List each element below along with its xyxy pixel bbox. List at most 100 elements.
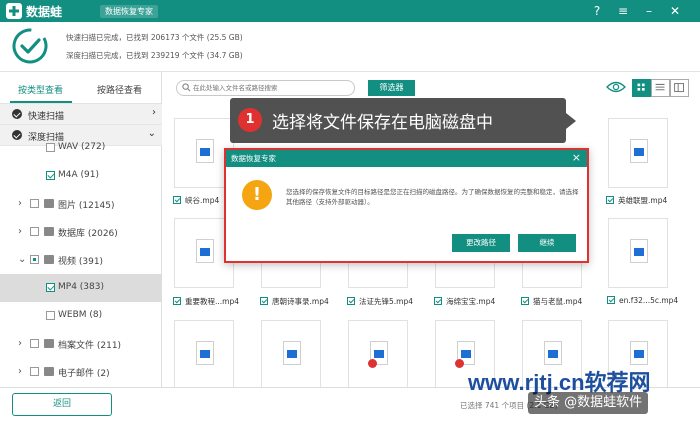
chevron-right-icon[interactable]: › <box>18 338 22 349</box>
menu-icon[interactable]: ≡ <box>614 2 632 20</box>
tree-item-mp4[interactable]: MP4 (383) <box>0 274 161 302</box>
file-name-row2-col6[interactable]: en.f32...5c.mp4 <box>607 296 678 308</box>
sidebar: 按类型查看 按路径查看 快速扫描 › 深度扫描 ⌄ WAV (272) M4A … <box>0 72 162 387</box>
app-brand: 数据蛙 <box>26 5 63 19</box>
video-file-icon <box>544 341 562 365</box>
checkbox[interactable] <box>30 339 39 348</box>
checkbox[interactable] <box>30 367 39 376</box>
tree-item-archives[interactable]: › 档案文件 (211) <box>0 330 161 358</box>
minimize-icon[interactable]: – <box>640 2 658 20</box>
file-name-row2-col1[interactable]: 重要教程...mp4 <box>173 296 239 308</box>
dialog-title: 数据恢复专家 <box>231 154 276 163</box>
tree-item-label: MP4 (383) <box>58 282 104 292</box>
file-name-row2-col5[interactable]: 猫与老鼠.mp4 <box>521 296 582 308</box>
detail-view-icon[interactable] <box>670 79 689 97</box>
filter-button[interactable]: 筛选器 <box>368 80 415 96</box>
file-name-row1-col1[interactable]: 峡谷.mp4 <box>173 195 219 207</box>
chevron-right-icon[interactable]: › <box>18 226 22 237</box>
source-watermark: 头条 @数据蛙软件 <box>528 392 649 414</box>
change-path-button[interactable]: 更改路径 <box>452 234 510 252</box>
tree-item-m4a[interactable]: M4A (91) <box>0 162 161 190</box>
file-thumbnail[interactable] <box>608 118 668 188</box>
tree-item-label: 档案文件 (211) <box>58 341 122 351</box>
checkbox[interactable] <box>46 143 55 152</box>
video-file-icon <box>455 341 475 368</box>
quick-scan-result: 快速扫描已完成，已找到 206173 个文件 (25.5 GB) <box>66 33 243 42</box>
video-file-icon <box>368 341 388 368</box>
tree-item-label: WAV (272) <box>58 142 106 152</box>
continue-button[interactable]: 继续 <box>518 234 576 252</box>
tree-item-images[interactable]: › 图片 (12145) <box>0 190 161 218</box>
file-thumbnail[interactable] <box>608 218 668 288</box>
preview-eye-icon[interactable] <box>606 80 626 94</box>
tree-item-database[interactable]: › 数据库 (2026) <box>0 218 161 246</box>
damaged-file-icon <box>455 359 464 368</box>
back-button[interactable]: 返回 <box>12 393 112 416</box>
tab-by-path[interactable]: 按路径查看 <box>97 83 142 96</box>
checkbox[interactable] <box>30 199 39 208</box>
step-callout: 1 选择将文件保存在电脑磁盘中 <box>230 98 576 143</box>
search-icon <box>182 83 191 92</box>
checkbox[interactable] <box>30 227 39 236</box>
file-name-row1-col6[interactable]: 英雄联盟.mp4 <box>606 195 667 207</box>
file-thumbnail[interactable] <box>261 320 321 387</box>
tab-by-type[interactable]: 按类型查看 <box>18 83 63 96</box>
chevron-down-icon[interactable]: ⌄ <box>18 254 26 265</box>
tree-item-label: M4A (91) <box>58 170 99 180</box>
chevron-right-icon: › <box>152 107 156 118</box>
search-input[interactable] <box>193 82 348 94</box>
list-view-icon[interactable] <box>651 79 670 97</box>
dialog-header: 数据恢复专家 × <box>226 150 587 167</box>
video-folder-icon <box>44 255 54 264</box>
chevron-right-icon[interactable]: › <box>18 198 22 209</box>
checkbox[interactable] <box>46 311 55 320</box>
video-file-icon <box>196 139 214 163</box>
tree-item-label: 图片 (12145) <box>58 201 115 211</box>
checkbox[interactable] <box>46 171 55 180</box>
video-file-icon <box>196 239 214 263</box>
tree-item-label: 电子邮件 (2) <box>58 369 110 379</box>
video-file-icon <box>630 341 648 365</box>
step-callout-text: 选择将文件保存在电脑磁盘中 <box>272 113 493 133</box>
deep-scan-result: 深度扫描已完成，已找到 239219 个文件 (34.7 GB) <box>66 51 243 60</box>
image-folder-icon <box>44 199 54 208</box>
help-icon[interactable]: ? <box>588 2 606 20</box>
close-icon[interactable]: ✕ <box>666 2 684 20</box>
tree-item-webm[interactable]: WEBM (8) <box>0 302 161 330</box>
tree-item-label: 视频 (391) <box>58 257 104 267</box>
scan-complete-check-icon <box>12 28 48 64</box>
warning-icon: ! <box>242 180 272 210</box>
mode-quick-scan[interactable]: 快速扫描 › <box>0 104 162 125</box>
video-file-icon <box>283 341 301 365</box>
search-box[interactable] <box>176 80 355 96</box>
view-tabs: 按类型查看 按路径查看 <box>0 72 161 104</box>
checkbox[interactable] <box>30 255 39 264</box>
chevron-right-icon[interactable]: › <box>18 366 22 377</box>
tree-item-video[interactable]: ⌄ 视频 (391) <box>0 246 161 274</box>
checkbox[interactable] <box>46 283 55 292</box>
file-name-row2-col2[interactable]: 唐朝诗事录.mp4 <box>260 296 329 308</box>
app-logo-icon <box>6 3 22 19</box>
mode-label: 快速扫描 <box>28 112 65 122</box>
active-tab-indicator <box>10 101 72 103</box>
file-thumbnail[interactable] <box>174 320 234 387</box>
scan-status-header: 快速扫描已完成，已找到 206173 个文件 (25.5 GB) 深度扫描已完成… <box>0 22 700 72</box>
tree-item-email[interactable]: › 电子邮件 (2) <box>0 358 161 386</box>
video-file-icon <box>630 239 648 263</box>
tree-item-wav[interactable]: WAV (272) <box>0 134 161 162</box>
tree-item-label: 数据库 (2026) <box>58 229 118 239</box>
step-number-badge: 1 <box>238 108 262 132</box>
email-folder-icon <box>44 367 54 376</box>
file-name-row2-col3[interactable]: 法证先锋5.mp4 <box>347 296 413 308</box>
database-folder-icon <box>44 227 54 236</box>
thumbnail-view-icon[interactable] <box>632 79 651 97</box>
tree-item-label: WEBM (8) <box>58 310 103 320</box>
dialog-message: 您选择的保存恢复文件的目标路径是您正在扫描的磁盘路径。为了确保数据恢复的完整和稳… <box>286 188 579 206</box>
video-file-icon <box>630 139 648 163</box>
quick-scan-radio-icon <box>12 109 22 119</box>
dialog-close-icon[interactable]: × <box>572 151 581 164</box>
save-path-warning-dialog: 数据恢复专家 × ! 您选择的保存恢复文件的目标路径是您正在扫描的磁盘路径。为了… <box>224 148 589 263</box>
file-name-row2-col4[interactable]: 海绵宝宝.mp4 <box>434 296 495 308</box>
damaged-file-icon <box>368 359 377 368</box>
file-thumbnail[interactable] <box>348 320 408 387</box>
